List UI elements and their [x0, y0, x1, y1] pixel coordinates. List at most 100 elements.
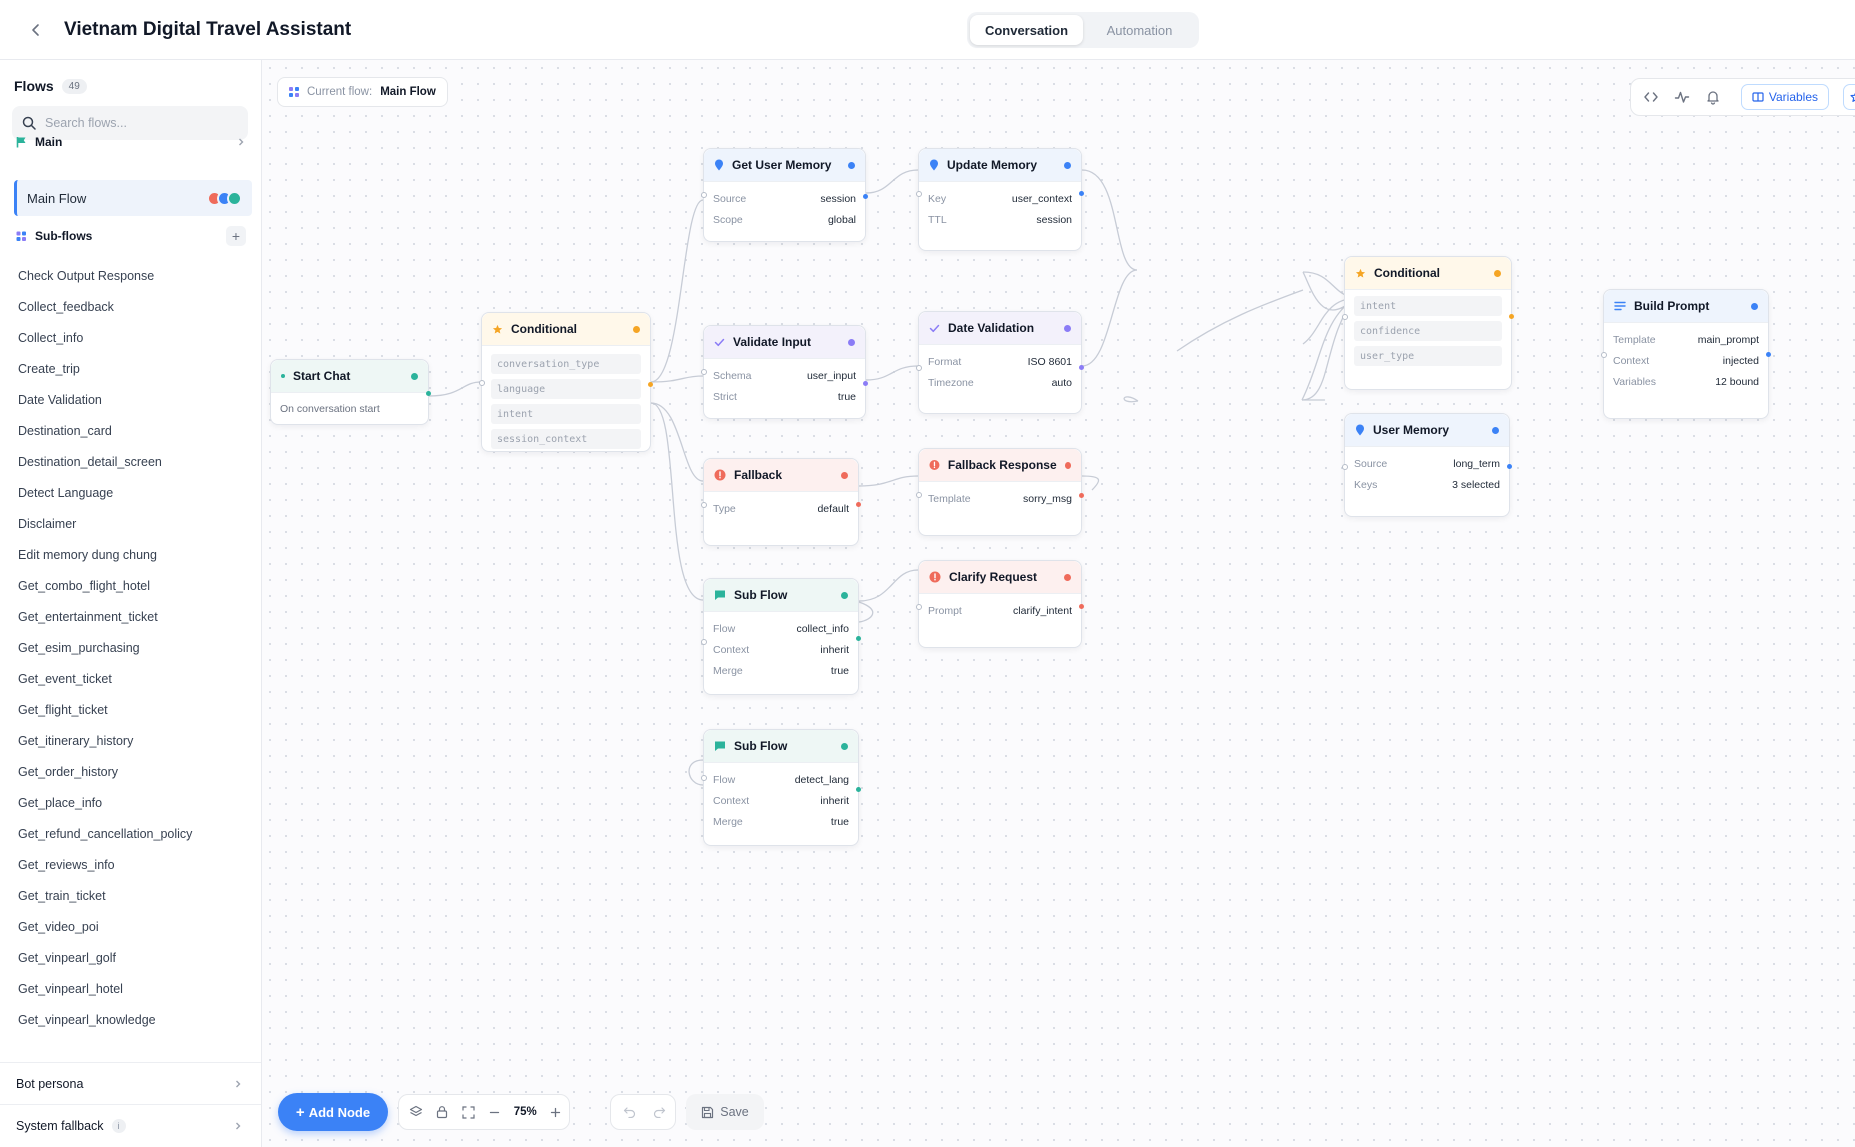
- subflow-item[interactable]: Get_reviews_info: [18, 849, 248, 880]
- node-conditional[interactable]: Conditional conversation_type language i…: [479, 312, 653, 452]
- code-view-button[interactable]: [1643, 88, 1660, 106]
- add-node-button[interactable]: + Add Node: [278, 1093, 388, 1131]
- condition-field[interactable]: language: [491, 379, 641, 399]
- subflow-item[interactable]: Destination_card: [18, 415, 248, 446]
- flow-canvas[interactable]: Current flow: Main Flow Variables Start …: [262, 60, 1855, 1147]
- input-port[interactable]: [701, 502, 707, 508]
- subflow-item[interactable]: Edit memory dung chung: [18, 539, 248, 570]
- activity-button[interactable]: [1674, 88, 1691, 106]
- param-value[interactable]: 12 bound: [1715, 376, 1759, 388]
- output-port[interactable]: [1079, 493, 1084, 498]
- condition-field[interactable]: confidence: [1354, 321, 1502, 341]
- node-start-chat[interactable]: Start Chat On conversation start: [270, 359, 431, 425]
- variables-button[interactable]: Variables: [1740, 84, 1830, 110]
- output-port[interactable]: [856, 502, 861, 507]
- subflow-item[interactable]: Get_esim_purchasing: [18, 632, 248, 663]
- subflow-item[interactable]: Get_vinpearl_hotel: [18, 973, 248, 1004]
- add-subflow-button[interactable]: +: [226, 226, 246, 246]
- param-value[interactable]: 3 selected: [1452, 479, 1500, 491]
- layers-button[interactable]: [403, 1097, 429, 1127]
- condition-field[interactable]: intent: [1354, 296, 1502, 316]
- node-date-validation[interactable]: Date Validation Format ISO 8601 Timezone a…: [916, 311, 1084, 414]
- node-clarify-request[interactable]: Clarify Request Prompt clarify_intent: [916, 560, 1084, 648]
- redo-button[interactable]: [644, 1097, 674, 1127]
- subflow-item[interactable]: Date Validation: [18, 384, 248, 415]
- input-port[interactable]: [479, 380, 485, 386]
- input-port[interactable]: [701, 775, 707, 781]
- subflow-item[interactable]: Get_flight_ticket: [18, 694, 248, 725]
- subflow-item[interactable]: Get_train_ticket: [18, 880, 248, 911]
- node-fallback[interactable]: Fallback Type default: [701, 458, 861, 546]
- subflow-item[interactable]: Collect_feedback: [18, 291, 248, 322]
- condition-field[interactable]: intent: [491, 404, 641, 424]
- param-value[interactable]: default: [817, 503, 849, 515]
- input-port[interactable]: [916, 191, 922, 197]
- zoom-out-button[interactable]: [482, 1097, 508, 1127]
- node-update-memory[interactable]: Update Memory Key user_context TTL session: [916, 148, 1084, 251]
- subflow-item[interactable]: Create_trip: [18, 353, 248, 384]
- param-value[interactable]: detect_lang: [795, 774, 849, 786]
- output-port[interactable]: [1079, 365, 1084, 370]
- node-build-prompt[interactable]: Build Prompt Template main_prompt Context…: [1601, 289, 1771, 419]
- input-port[interactable]: [701, 369, 707, 375]
- subflow-item[interactable]: Get_entertainment_ticket: [18, 601, 248, 632]
- input-port[interactable]: [701, 192, 707, 198]
- output-port[interactable]: [1079, 191, 1084, 196]
- param-value[interactable]: session: [1036, 214, 1072, 226]
- lock-button[interactable]: [429, 1097, 455, 1127]
- input-port[interactable]: [1601, 352, 1607, 358]
- subflow-item[interactable]: Get_itinerary_history: [18, 725, 248, 756]
- subflow-item[interactable]: Check Output Response: [18, 260, 248, 291]
- output-port[interactable]: [648, 382, 653, 387]
- node-user-memory[interactable]: User Memory Source long_term Keys 3 select…: [1342, 413, 1512, 517]
- subflow-item[interactable]: Get_place_info: [18, 787, 248, 818]
- subflow-item[interactable]: Get_vinpearl_knowledge: [18, 1004, 248, 1035]
- output-port[interactable]: [863, 194, 868, 199]
- input-port[interactable]: [916, 604, 922, 610]
- param-value[interactable]: true: [831, 665, 849, 677]
- main-flow-item[interactable]: Main Flow: [14, 180, 252, 216]
- save-button[interactable]: Save: [686, 1094, 764, 1130]
- output-port[interactable]: [856, 787, 861, 792]
- param-value[interactable]: ISO 8601: [1028, 356, 1072, 368]
- favorite-button[interactable]: [1843, 84, 1855, 110]
- subflow-item[interactable]: Get_order_history: [18, 756, 248, 787]
- tab-conversation[interactable]: Conversation: [970, 15, 1083, 45]
- condition-field[interactable]: session_context: [491, 429, 641, 449]
- param-value[interactable]: collect_info: [796, 623, 849, 635]
- output-port[interactable]: [1507, 464, 1512, 469]
- param-value[interactable]: session: [820, 193, 856, 205]
- param-value[interactable]: injected: [1723, 355, 1759, 367]
- condition-field[interactable]: user_type: [1354, 346, 1502, 366]
- main-section-header[interactable]: Main: [16, 132, 246, 152]
- param-value[interactable]: global: [828, 214, 856, 226]
- undo-button[interactable]: [614, 1097, 644, 1127]
- input-port[interactable]: [1342, 314, 1348, 320]
- node-get-user-memory[interactable]: Get User Memory Source session Scope globa…: [701, 148, 868, 242]
- node-validate-input[interactable]: Validate Input Schema user_input Strict tr…: [701, 325, 868, 419]
- param-value[interactable]: inherit: [820, 795, 849, 807]
- param-value[interactable]: main_prompt: [1698, 334, 1759, 346]
- param-value[interactable]: true: [838, 391, 856, 403]
- output-port[interactable]: [1079, 604, 1084, 609]
- param-value[interactable]: auto: [1052, 377, 1072, 389]
- output-port[interactable]: [1509, 314, 1514, 319]
- param-value[interactable]: long_term: [1453, 458, 1500, 470]
- input-port[interactable]: [1342, 464, 1348, 470]
- output-port[interactable]: [1766, 352, 1771, 357]
- subflow-item[interactable]: Get_refund_cancellation_policy: [18, 818, 248, 849]
- param-value[interactable]: true: [831, 816, 849, 828]
- back-button[interactable]: [24, 18, 48, 42]
- subflow-item[interactable]: Destination_detail_screen: [18, 446, 248, 477]
- condition-field[interactable]: conversation_type: [491, 354, 641, 374]
- bot-persona-row[interactable]: Bot persona: [0, 1062, 261, 1104]
- param-value[interactable]: inherit: [820, 644, 849, 656]
- param-value[interactable]: sorry_msg: [1023, 493, 1072, 505]
- node-conditional[interactable]: Conditional intent confidence user_type: [1342, 256, 1514, 390]
- node-sub-flow[interactable]: Sub Flow Flow collect_info Context inherit…: [701, 578, 861, 695]
- input-port[interactable]: [916, 492, 922, 498]
- subflow-item[interactable]: Get_event_ticket: [18, 663, 248, 694]
- node-sub-flow[interactable]: Sub Flow Flow detect_lang Context inherit …: [701, 729, 861, 846]
- output-port[interactable]: [863, 381, 868, 386]
- input-port[interactable]: [916, 365, 922, 371]
